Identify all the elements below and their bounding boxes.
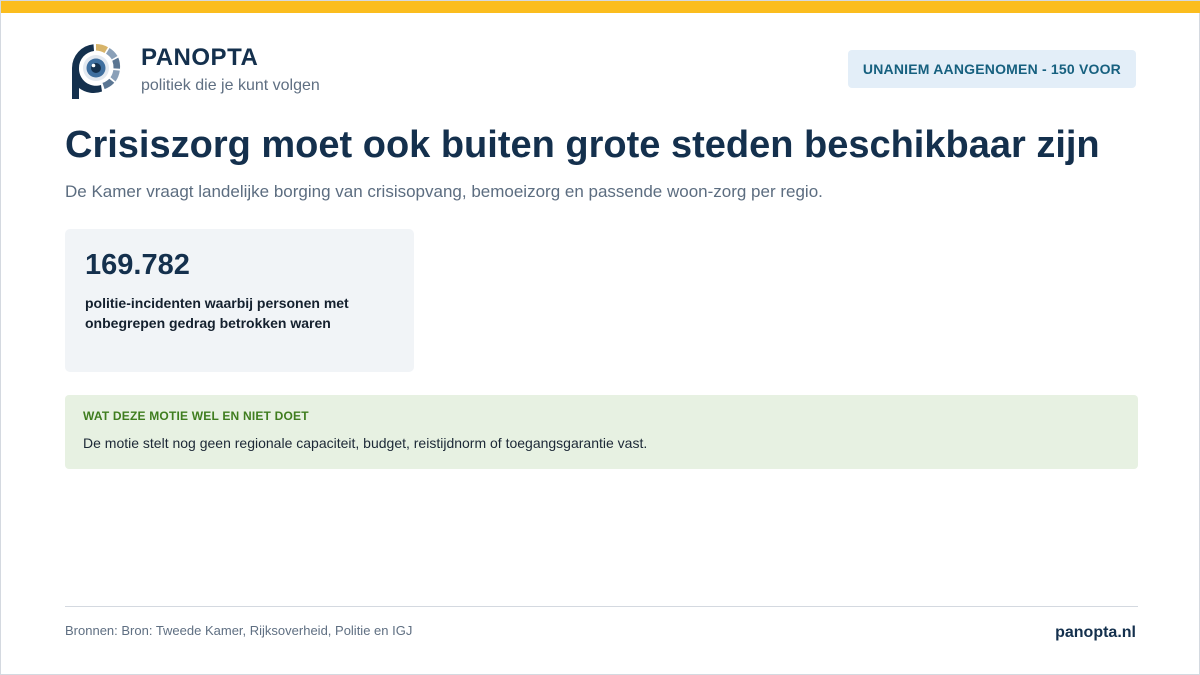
accent-top-bar: [1, 1, 1200, 13]
stat-card: 169.782 politie-incidenten waarbij perso…: [65, 229, 414, 372]
share-card: PANOPTA politiek die je kunt volgen UNAN…: [0, 0, 1200, 675]
stat-label: politie-incidenten waarbij personen met …: [85, 295, 349, 331]
vote-status-badge: UNANIEM AANGENOMEN - 150 VOOR: [847, 50, 1136, 88]
footer-divider: [65, 606, 1138, 607]
sources-text: Bronnen: Bron: Tweede Kamer, Rijksoverhe…: [65, 623, 413, 638]
motion-scope-box: WAT DEZE MOTIE WEL EN NIET DOET De motie…: [65, 395, 1138, 469]
panopta-eye-logo-icon: [72, 43, 121, 99]
brand-header: PANOPTA politiek die je kunt volgen: [69, 41, 320, 103]
brand-tagline: politiek die je kunt volgen: [141, 77, 320, 94]
motion-scope-text: De motie stelt nog geen regionale capaci…: [83, 435, 648, 451]
brand-name: PANOPTA: [141, 44, 259, 71]
motion-scope-heading: WAT DEZE MOTIE WEL EN NIET DOET: [83, 409, 309, 423]
site-link[interactable]: panopta.nl: [1055, 624, 1136, 642]
stat-value: 169.782: [85, 249, 190, 281]
page-title: Crisiszorg moet ook buiten grote steden …: [65, 124, 1100, 166]
brand-text: PANOPTA politiek die je kunt volgen: [141, 41, 320, 97]
page-subtitle: De Kamer vraagt landelijke borging van c…: [65, 182, 823, 201]
